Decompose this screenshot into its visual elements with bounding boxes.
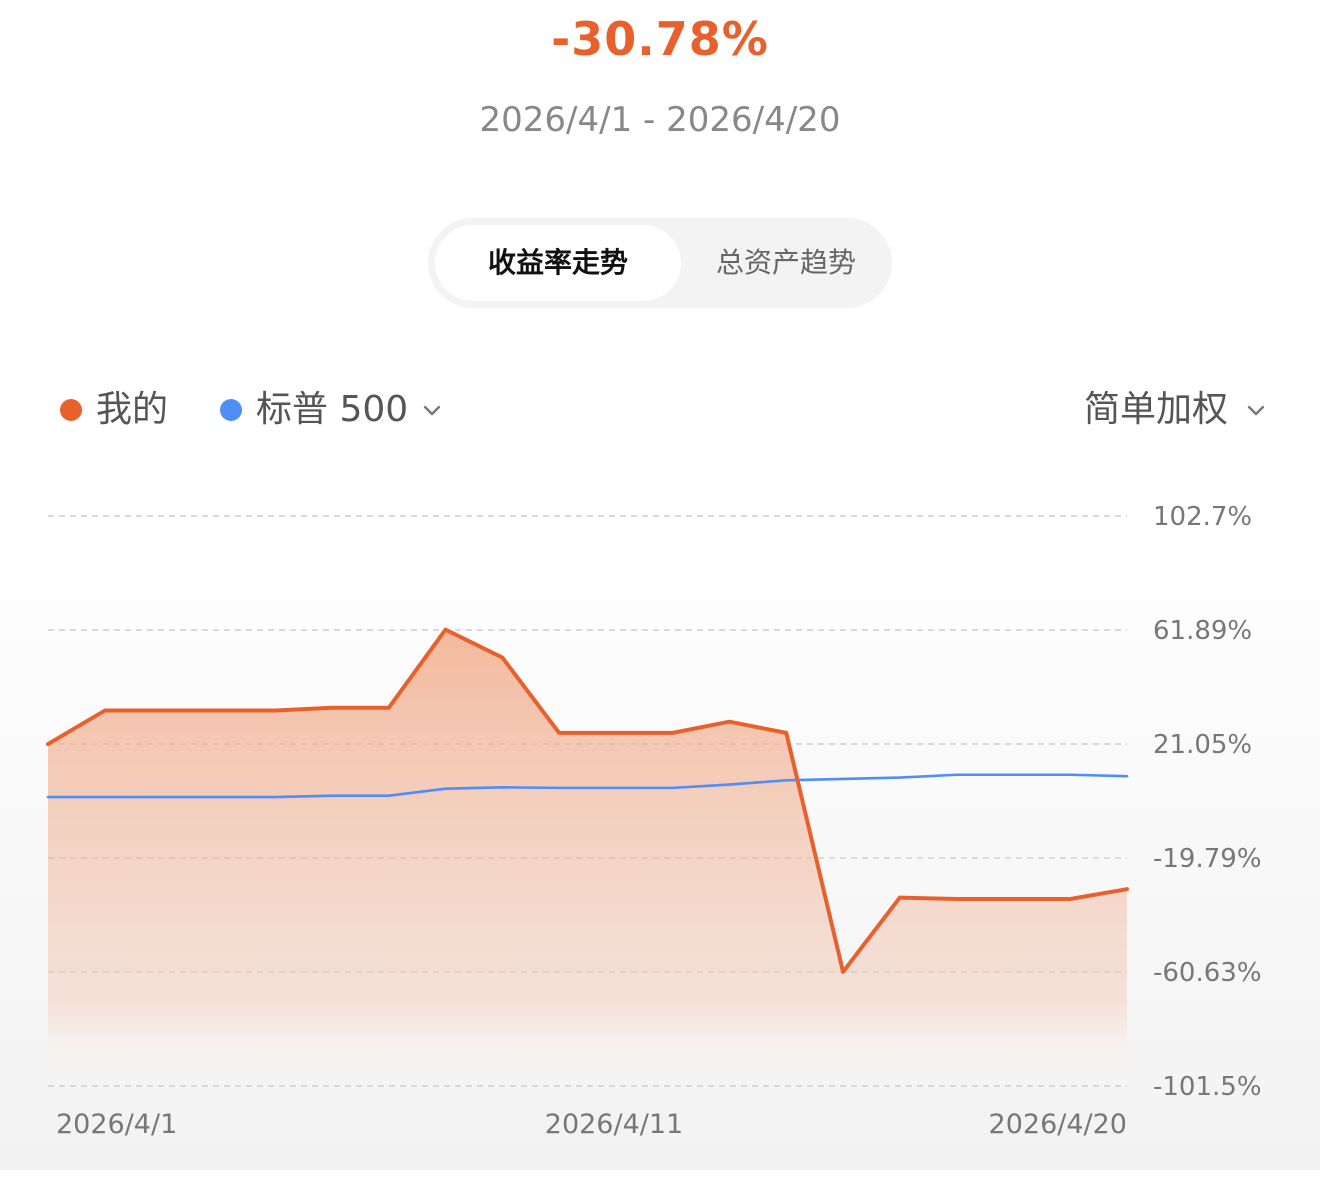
x-tick-label: 2026/4/1 bbox=[56, 1109, 177, 1140]
y-tick-label: -60.63% bbox=[1153, 958, 1262, 988]
legend-mine: 我的 bbox=[60, 385, 168, 435]
benchmark-selector[interactable]: 标普 500 bbox=[220, 385, 444, 435]
y-tick-label: -101.5% bbox=[1153, 1072, 1262, 1102]
weighting-label: 简单加权 bbox=[1083, 389, 1228, 430]
tab-return-trend[interactable]: 收益率走势 bbox=[435, 225, 681, 301]
date-range: 2026/4/1 - 2026/4/20 bbox=[479, 100, 841, 140]
x-tick-label: 2026/4/11 bbox=[545, 1109, 683, 1140]
legend-mine-dot bbox=[60, 399, 82, 421]
legend-mine-label: 我的 bbox=[96, 389, 169, 430]
headline-return: -30.78% bbox=[551, 12, 769, 66]
y-tick-label: 61.89% bbox=[1153, 616, 1252, 646]
x-tick-label: 2026/4/20 bbox=[989, 1109, 1127, 1140]
tab-total-assets-trend[interactable]: 总资产趋势 bbox=[688, 225, 884, 301]
legend-benchmark-dot bbox=[220, 399, 242, 421]
chart-mode-toggle: 收益率走势 总资产趋势 bbox=[428, 218, 892, 308]
weighting-selector[interactable]: 简单加权 bbox=[1084, 385, 1268, 435]
chevron-down-icon bbox=[423, 405, 441, 416]
y-tick-label: 102.7% bbox=[1153, 502, 1252, 532]
y-tick-label: -19.79% bbox=[1153, 844, 1262, 874]
return-chart: 102.7% 61.89% 21.05% -19.79% -60.63% -101.5% 2… bbox=[0, 502, 1320, 1170]
legend-benchmark-label: 标普 500 bbox=[256, 389, 409, 430]
y-tick-label: 21.05% bbox=[1153, 730, 1252, 760]
chevron-down-icon bbox=[1247, 405, 1265, 416]
